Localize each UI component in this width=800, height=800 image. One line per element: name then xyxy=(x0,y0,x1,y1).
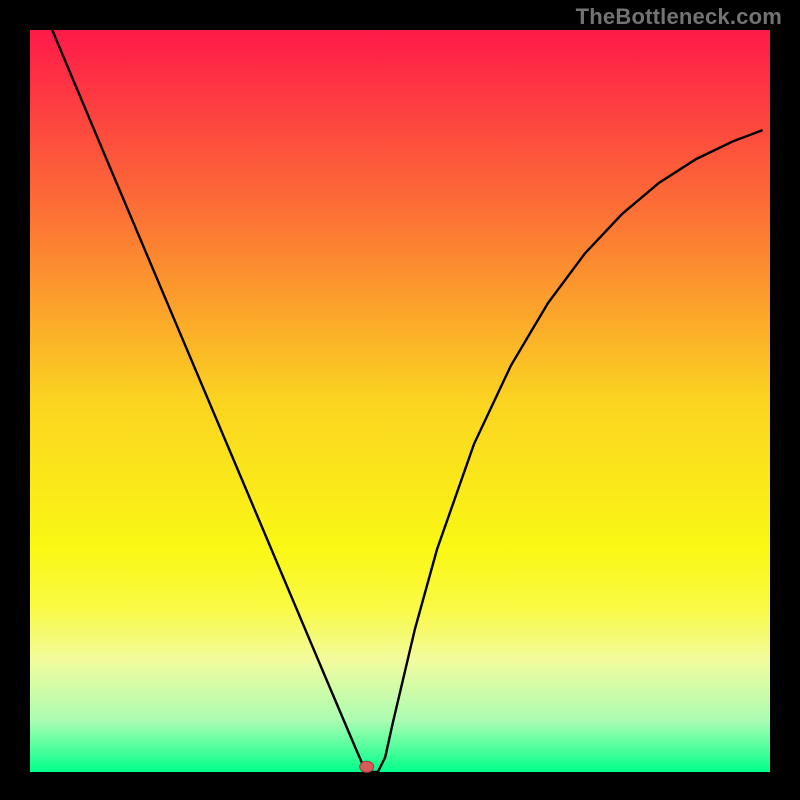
optimal-marker xyxy=(360,761,374,772)
watermark-text: TheBottleneck.com xyxy=(576,4,782,30)
chart-svg xyxy=(0,0,800,800)
plot-background xyxy=(30,30,770,772)
chart-frame: TheBottleneck.com xyxy=(0,0,800,800)
